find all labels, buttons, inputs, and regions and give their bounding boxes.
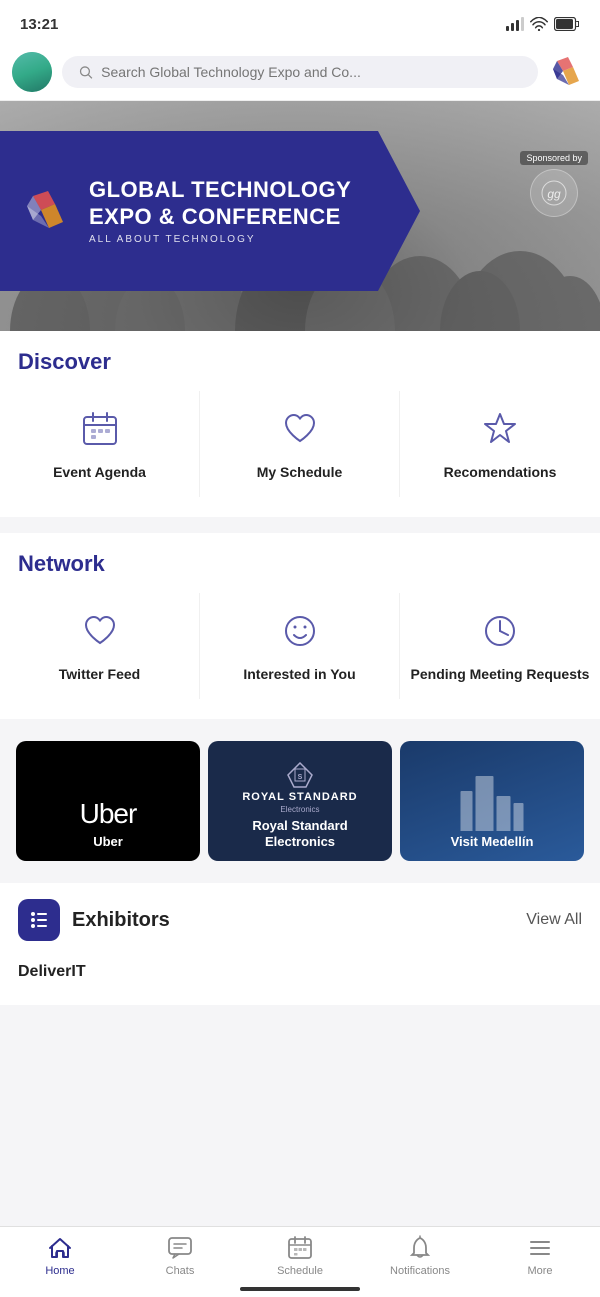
search-icon <box>78 64 93 80</box>
exhibitors-header: Exhibitors View All <box>18 899 582 941</box>
app-logo <box>548 52 588 92</box>
event-agenda-label: Event Agenda <box>53 463 146 481</box>
search-input[interactable] <box>101 64 522 80</box>
discover-item-event-agenda[interactable]: Event Agenda <box>0 391 200 497</box>
discover-title: Discover <box>0 331 600 381</box>
wifi-icon <box>530 17 548 31</box>
uber-logo-text: Uber <box>80 798 137 830</box>
discover-grid: Event Agenda My Schedule Recomendations <box>0 381 600 517</box>
sponsor-logo: gg <box>530 169 578 217</box>
nav-item-chats[interactable]: Chats <box>150 1235 210 1277</box>
view-all-link[interactable]: View All <box>526 911 582 929</box>
partner-uber[interactable]: Uber Uber <box>16 741 200 861</box>
home-icon <box>47 1235 73 1261</box>
sponsor-box: Sponsored by gg <box>520 151 588 217</box>
network-title: Network <box>0 533 600 583</box>
hero-overlay: GLOBAL TECHNOLOGY EXPO & CONFERENCE ALL … <box>0 131 420 291</box>
hero-text: GLOBAL TECHNOLOGY EXPO & CONFERENCE ALL … <box>89 177 360 245</box>
nav-item-notifications[interactable]: Notifications <box>390 1235 450 1277</box>
search-bar-container <box>0 44 600 101</box>
heart-outline-icon <box>78 609 122 653</box>
home-label: Home <box>45 1265 74 1277</box>
uber-name: Uber <box>93 834 123 851</box>
schedule-icon <box>287 1235 313 1261</box>
hero-subtitle: ALL ABOUT TECHNOLOGY <box>89 234 360 245</box>
my-schedule-label: My Schedule <box>257 463 343 481</box>
medellin-name: Visit Medellín <box>451 834 534 851</box>
royal-logo: S ROYAL STANDARD Electronics <box>242 761 357 814</box>
schedule-label: Schedule <box>277 1265 323 1277</box>
chats-label: Chats <box>166 1265 195 1277</box>
nav-item-schedule[interactable]: Schedule <box>270 1235 330 1277</box>
more-label: More <box>527 1265 552 1277</box>
royal-name: Royal Standard Electronics <box>218 818 382 852</box>
chat-icon <box>167 1235 193 1261</box>
network-grid: Twitter Feed Interested in You <box>0 583 600 719</box>
network-item-pending-meetings[interactable]: Pending Meeting Requests <box>400 593 600 699</box>
exhibitors-section: Exhibitors View All DeliverIT <box>0 883 600 1005</box>
clock-icon <box>478 609 522 653</box>
discover-item-my-schedule[interactable]: My Schedule <box>200 391 400 497</box>
partner-royal[interactable]: S ROYAL STANDARD Electronics Royal Stand… <box>208 741 392 861</box>
partner-medellin[interactable]: Visit Medellín <box>400 741 584 861</box>
star-icon <box>478 407 522 451</box>
status-icons <box>506 17 580 31</box>
discover-section: Discover Event Agenda <box>0 331 600 517</box>
bell-icon <box>407 1235 433 1261</box>
hero-banner: GLOBAL TECHNOLOGY EXPO & CONFERENCE ALL … <box>0 101 600 331</box>
exhibitors-left: Exhibitors <box>18 899 170 941</box>
nav-item-home[interactable]: Home <box>30 1235 90 1277</box>
status-time: 13:21 <box>20 16 58 33</box>
home-indicator <box>240 1287 360 1291</box>
recomendations-label: Recomendations <box>444 463 557 481</box>
sponsor-label: Sponsored by <box>520 151 588 165</box>
heart-icon <box>278 407 322 451</box>
calendar-icon <box>78 407 122 451</box>
avatar[interactable] <box>12 52 52 92</box>
partners-row: Uber Uber S ROYAL STANDARD Electronics R… <box>0 735 600 867</box>
smiley-icon <box>278 609 322 653</box>
network-section: Network Twitter Feed Interested in You <box>0 533 600 719</box>
twitter-feed-label: Twitter Feed <box>59 665 140 683</box>
network-item-twitter-feed[interactable]: Twitter Feed <box>0 593 200 699</box>
nav-item-more[interactable]: More <box>510 1235 570 1277</box>
network-item-interested[interactable]: Interested in You <box>200 593 400 699</box>
interested-label: Interested in You <box>243 665 355 683</box>
notifications-label: Notifications <box>390 1265 450 1277</box>
exhibitors-title: Exhibitors <box>72 909 170 932</box>
pending-meetings-label: Pending Meeting Requests <box>411 665 590 683</box>
status-bar: 13:21 <box>0 0 600 44</box>
more-icon <box>527 1235 553 1261</box>
svg-text:S: S <box>298 774 303 781</box>
battery-icon <box>554 17 580 31</box>
svg-text:gg: gg <box>548 187 562 201</box>
hero-logo <box>20 184 75 239</box>
exhibitor-item-deliverit[interactable]: DeliverIT <box>18 955 582 989</box>
hero-title: GLOBAL TECHNOLOGY EXPO & CONFERENCE <box>89 177 360 230</box>
medellin-buildings-icon <box>461 776 524 831</box>
exhibitors-icon <box>18 899 60 941</box>
search-input-wrapper[interactable] <box>62 56 538 88</box>
signal-bars-icon <box>506 17 524 31</box>
discover-item-recomendations[interactable]: Recomendations <box>400 391 600 497</box>
